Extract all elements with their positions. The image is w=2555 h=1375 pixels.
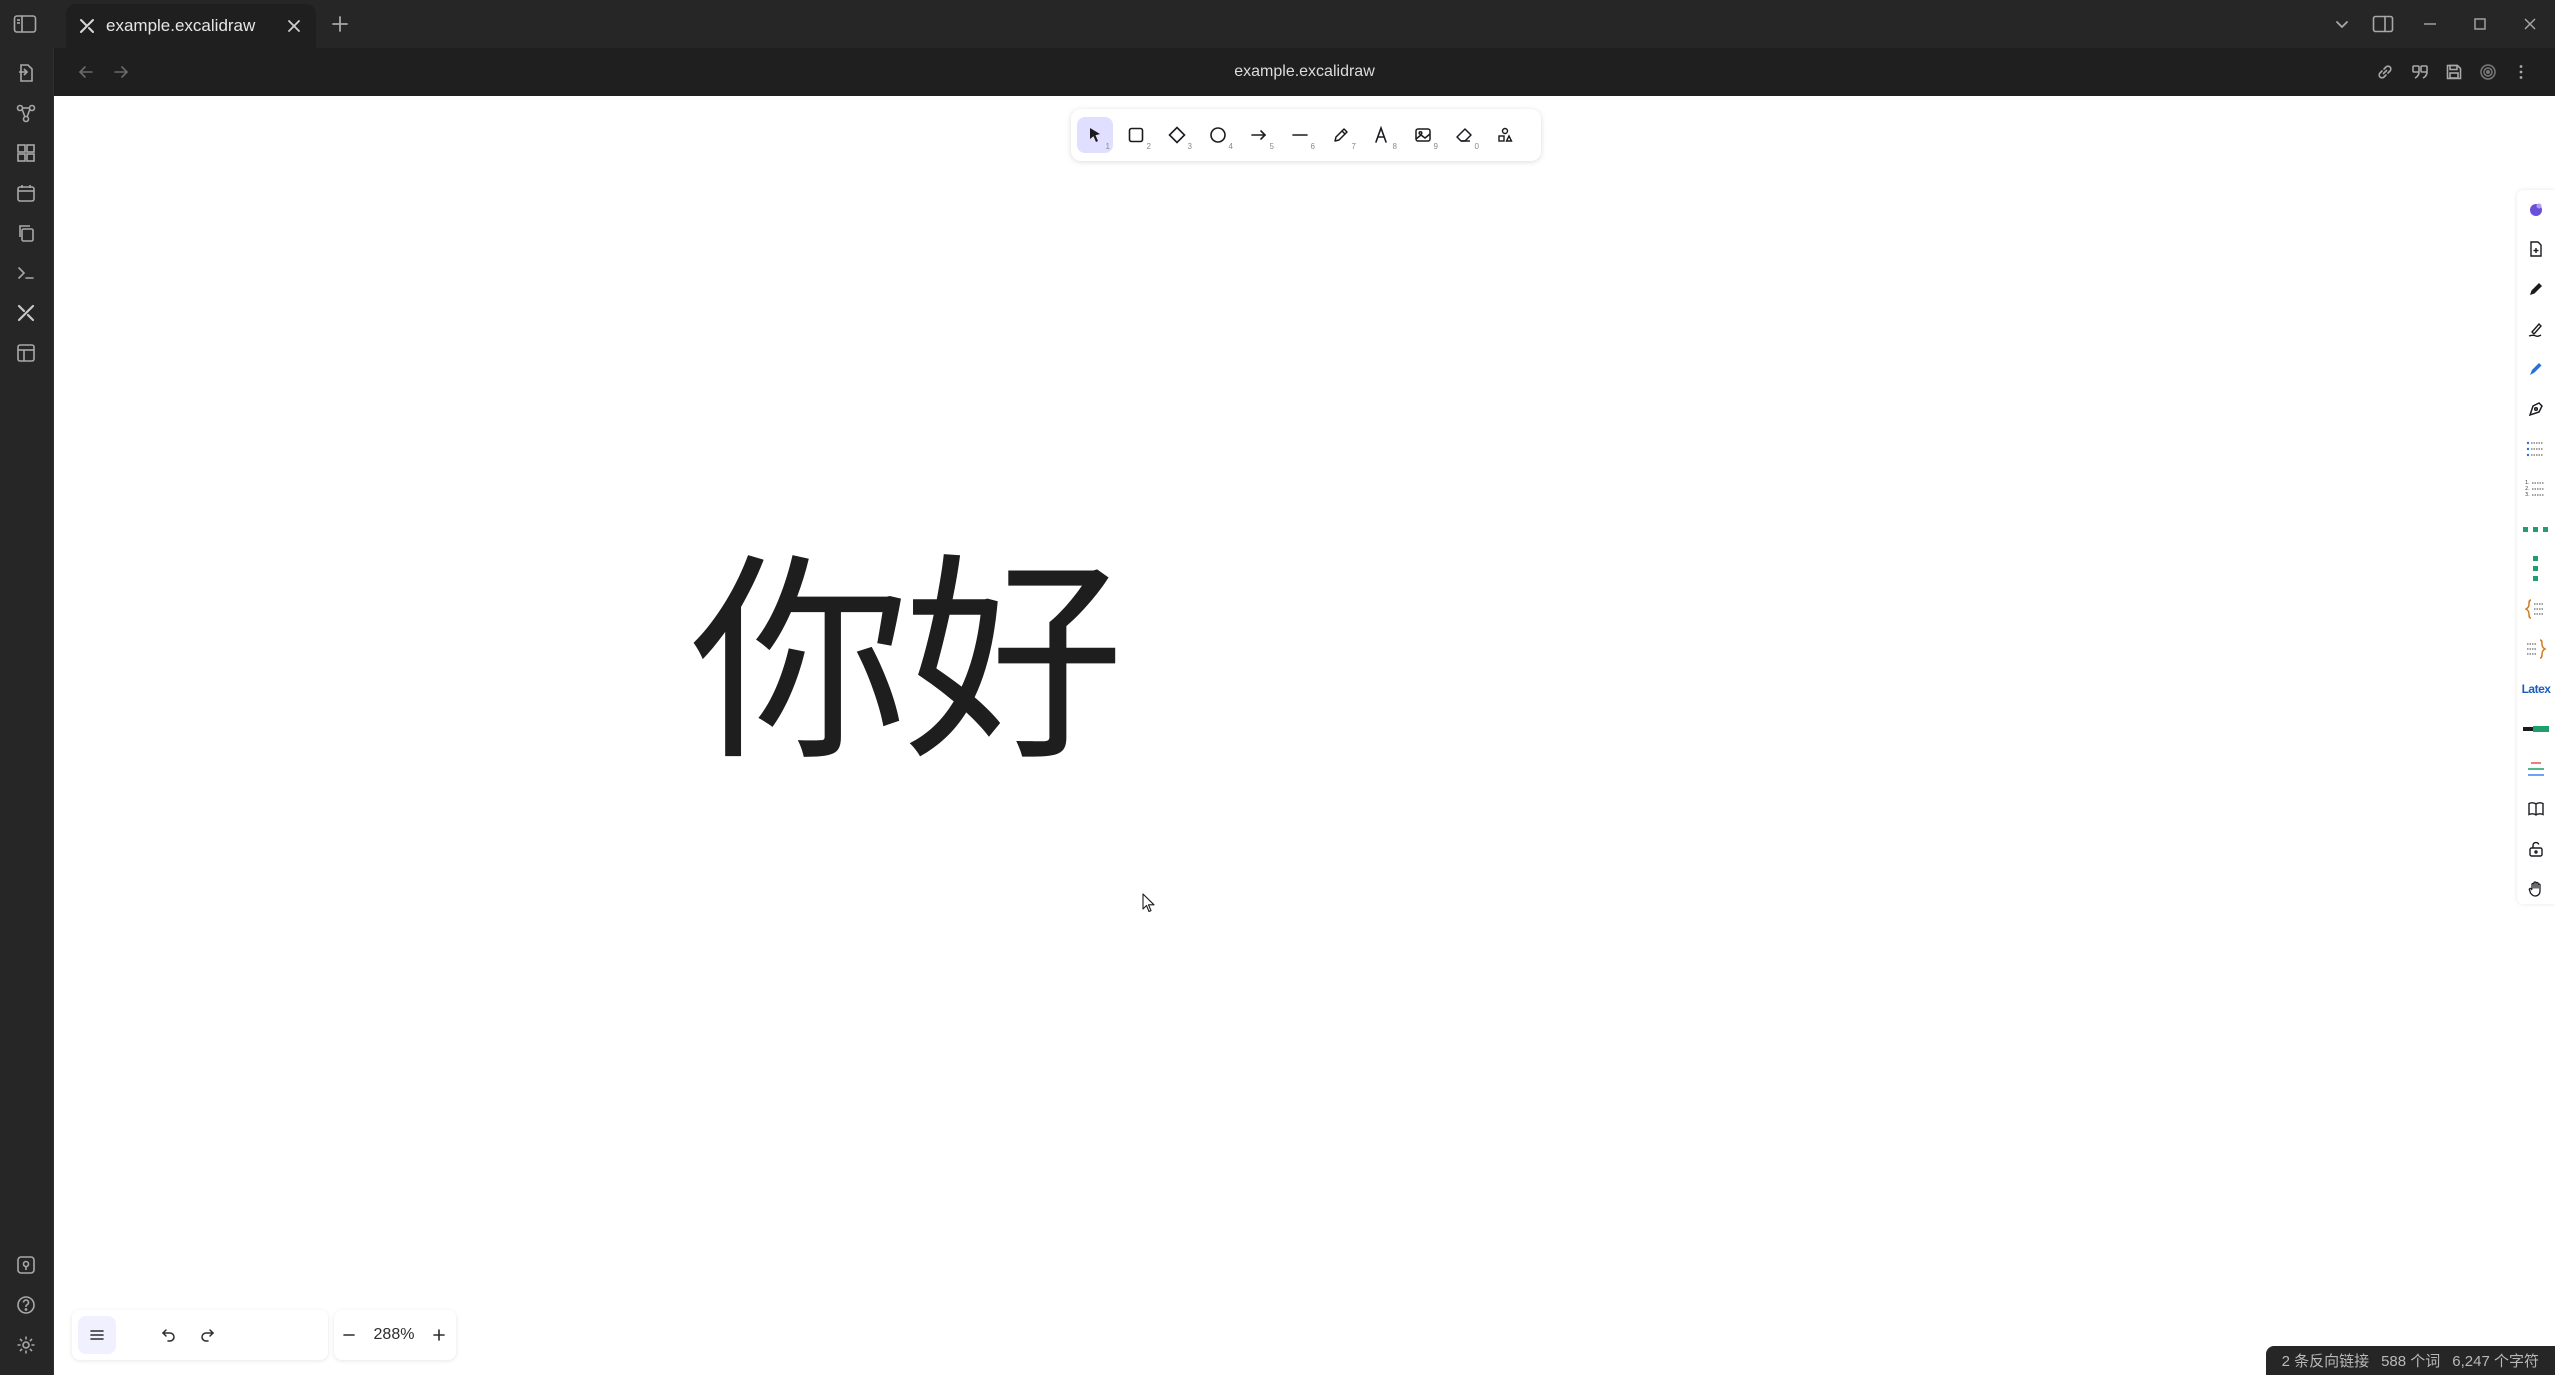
tool-key: 5 bbox=[1269, 142, 1274, 151]
redo-icon[interactable] bbox=[188, 1316, 226, 1354]
right-brace-list-icon[interactable] bbox=[2521, 634, 2551, 664]
zoom-level[interactable]: 288% bbox=[364, 1326, 424, 1344]
colored-lines-icon[interactable] bbox=[2521, 754, 2551, 784]
terminal-icon[interactable] bbox=[13, 260, 39, 286]
signature-pen-icon[interactable] bbox=[2521, 314, 2551, 344]
svg-text:3.: 3. bbox=[2525, 492, 2530, 498]
draw-pencil-tool[interactable]: 7 bbox=[1323, 117, 1359, 153]
rectangle-tool[interactable]: 2 bbox=[1118, 117, 1154, 153]
forward-arrow-icon[interactable] bbox=[109, 60, 133, 84]
line-tool[interactable]: 6 bbox=[1282, 117, 1318, 153]
vertical-dots-icon[interactable] bbox=[2521, 554, 2551, 584]
status-bar: 2 条反向链接 588 个词 6,247 个字符 bbox=[2265, 1346, 2555, 1375]
unlock-icon[interactable] bbox=[2521, 834, 2551, 864]
selection-tool[interactable]: 1 bbox=[1077, 117, 1113, 153]
blue-brush-icon[interactable] bbox=[2521, 354, 2551, 384]
numbered-list-icon[interactable]: 1. 2. 3. bbox=[2521, 474, 2551, 504]
copy-files-icon[interactable] bbox=[13, 220, 39, 246]
backlinks-count[interactable]: 2 条反向链接 bbox=[2282, 1350, 2370, 1371]
image-tool[interactable]: 9 bbox=[1405, 117, 1441, 153]
settings-gear-icon[interactable] bbox=[13, 1332, 39, 1358]
help-icon[interactable] bbox=[13, 1292, 39, 1318]
char-count: 6,247 个字符 bbox=[2452, 1353, 2539, 1370]
quote-icon[interactable] bbox=[2408, 60, 2432, 84]
text-tool[interactable]: 8 bbox=[1364, 117, 1400, 153]
word-count: 588 个词 bbox=[2381, 1353, 2441, 1370]
left-ribbon bbox=[0, 48, 54, 1375]
zoom-in-icon[interactable] bbox=[424, 1316, 454, 1354]
undo-redo-group bbox=[72, 1310, 328, 1360]
excalidraw-icon bbox=[78, 17, 96, 35]
excalidraw-ribbon-icon[interactable] bbox=[13, 300, 39, 326]
tool-key: 3 bbox=[1187, 142, 1192, 151]
tool-key: 9 bbox=[1433, 142, 1438, 151]
diamond-tool[interactable]: 3 bbox=[1159, 117, 1195, 153]
ellipse-tool[interactable]: 4 bbox=[1200, 117, 1236, 153]
minimize-icon[interactable] bbox=[2418, 0, 2442, 48]
toggle-right-sidebar-icon[interactable] bbox=[2370, 0, 2396, 48]
new-tab-icon[interactable] bbox=[326, 0, 354, 48]
tool-key: 2 bbox=[1146, 142, 1151, 151]
tool-key: 7 bbox=[1351, 142, 1356, 151]
shape-toolbar: 1 2 3 4 5 6 7 8 9 0 bbox=[1071, 109, 1541, 161]
tool-key: 0 bbox=[1474, 142, 1479, 151]
add-file-icon[interactable] bbox=[2521, 234, 2551, 264]
tab-example-excalidraw[interactable]: example.excalidraw bbox=[66, 4, 316, 48]
title-bar: example.excalidraw bbox=[0, 0, 2555, 48]
open-book-icon[interactable] bbox=[2521, 794, 2551, 824]
more-options-icon[interactable] bbox=[2509, 60, 2533, 84]
main-menu-icon[interactable] bbox=[78, 1316, 116, 1354]
vault-switcher-icon[interactable] bbox=[13, 1252, 39, 1278]
tool-key: 8 bbox=[1392, 142, 1397, 151]
fountain-pen-icon[interactable] bbox=[2521, 394, 2551, 424]
horizontal-dots-icon[interactable] bbox=[2521, 514, 2551, 544]
latex-label: Latex bbox=[2521, 682, 2551, 696]
left-brace-list-icon[interactable] bbox=[2521, 594, 2551, 624]
extra-tools-icon[interactable] bbox=[1487, 117, 1523, 153]
tool-key: 1 bbox=[1105, 142, 1110, 151]
pen-icon[interactable] bbox=[2521, 274, 2551, 304]
maximize-icon[interactable] bbox=[2468, 0, 2492, 48]
close-tab-icon[interactable] bbox=[284, 16, 304, 36]
view-header: example.excalidraw bbox=[54, 48, 2555, 96]
canvas-text-element[interactable]: 你好 bbox=[690, 548, 1124, 778]
undo-icon[interactable] bbox=[150, 1316, 188, 1354]
eraser-tool[interactable]: 0 bbox=[1446, 117, 1482, 153]
zoom-out-icon[interactable] bbox=[334, 1316, 364, 1354]
hand-pan-icon[interactable] bbox=[2521, 874, 2551, 904]
purple-blob-icon[interactable] bbox=[2521, 194, 2551, 224]
toggle-sidebar-icon[interactable] bbox=[8, 0, 42, 48]
tab-list-chevron-icon[interactable] bbox=[2330, 0, 2354, 48]
canvas-grid-icon[interactable] bbox=[13, 140, 39, 166]
mouse-cursor-icon bbox=[1142, 893, 1156, 913]
tool-key: 4 bbox=[1228, 142, 1233, 151]
open-quick-switcher-icon[interactable] bbox=[13, 60, 39, 86]
highlight-bar-icon[interactable] bbox=[2521, 714, 2551, 744]
arrow-tool[interactable]: 5 bbox=[1241, 117, 1277, 153]
link-icon[interactable] bbox=[2373, 60, 2397, 84]
view-title: example.excalidraw bbox=[1234, 63, 1375, 80]
graph-view-icon[interactable] bbox=[13, 100, 39, 126]
bullet-list-icon[interactable] bbox=[2521, 434, 2551, 464]
tab-label: example.excalidraw bbox=[106, 16, 256, 35]
tool-key: 6 bbox=[1310, 142, 1315, 151]
script-tools-panel: 1. 2. 3. Latex bbox=[2517, 190, 2555, 904]
target-icon[interactable] bbox=[2476, 60, 2500, 84]
templates-icon[interactable] bbox=[13, 340, 39, 366]
excalidraw-canvas[interactable] bbox=[54, 96, 2555, 1375]
calendar-icon[interactable] bbox=[13, 180, 39, 206]
save-icon[interactable] bbox=[2442, 60, 2466, 84]
close-window-icon[interactable] bbox=[2518, 0, 2542, 48]
zoom-group: 288% bbox=[334, 1310, 456, 1360]
latex-button[interactable]: Latex bbox=[2521, 674, 2551, 704]
back-arrow-icon[interactable] bbox=[74, 60, 98, 84]
